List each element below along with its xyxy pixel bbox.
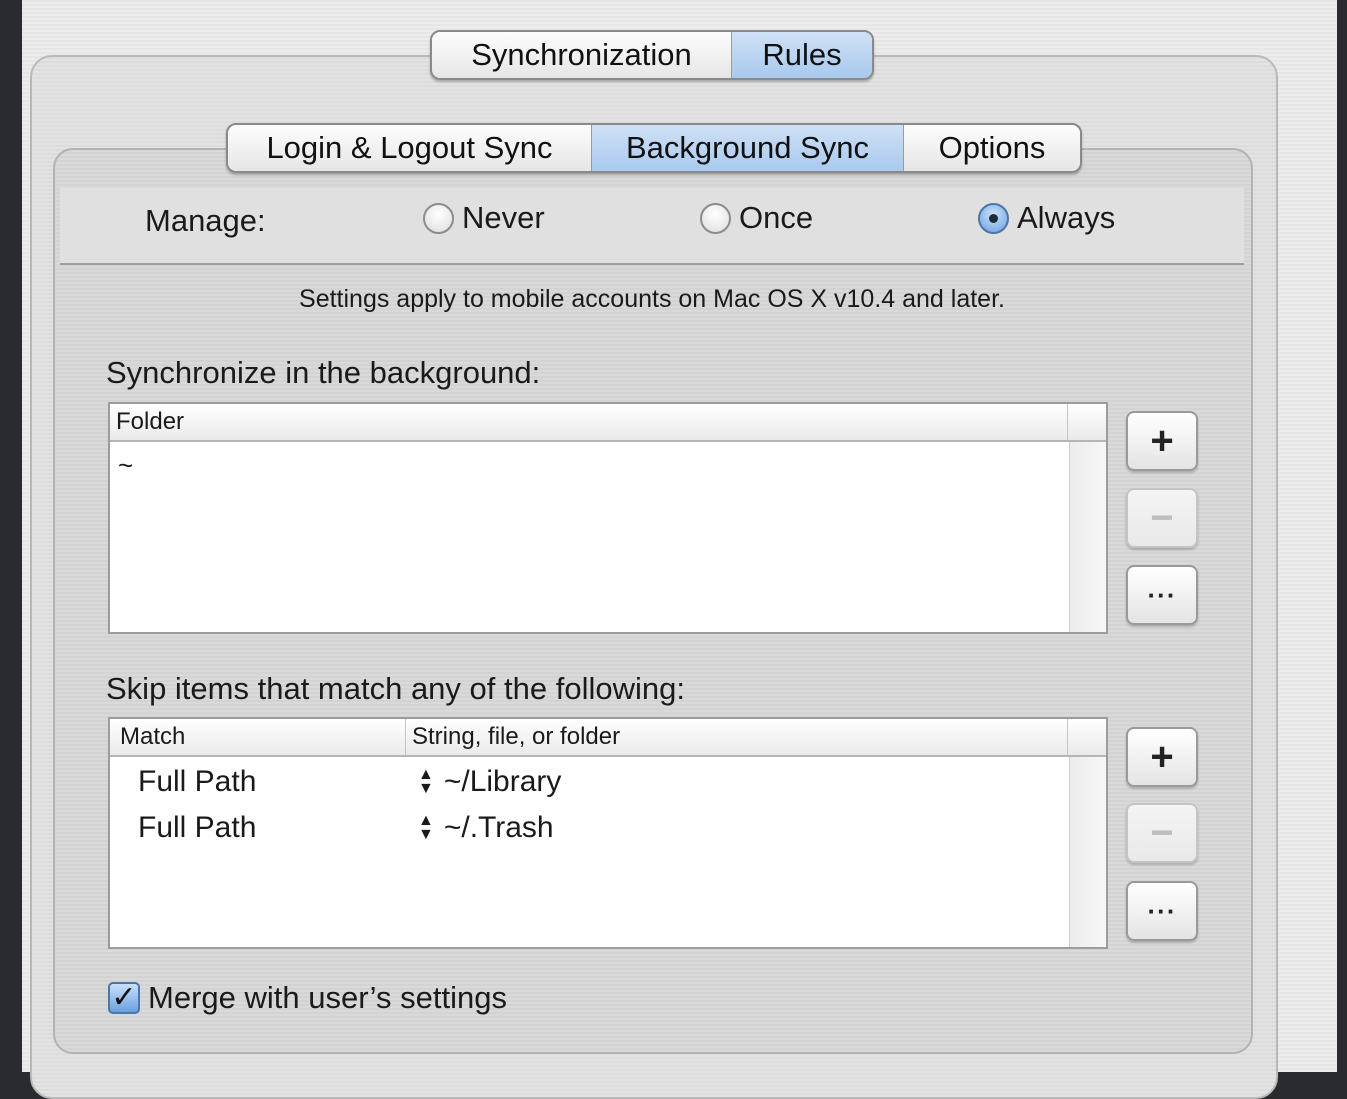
skip-table-header: Match String, file, or folder — [110, 719, 1106, 757]
radio-never[interactable]: Never — [423, 200, 545, 236]
match-cell[interactable]: Full Path — [110, 765, 418, 799]
stepper-arrows-icon[interactable]: ▲ ▼ — [418, 813, 434, 843]
merge-label: Merge with user’s settings — [148, 980, 507, 1015]
remove-folder-button[interactable]: − — [1126, 488, 1198, 548]
column-match[interactable]: Match — [110, 719, 406, 755]
top-tab-bar: Synchronization Rules — [430, 30, 874, 80]
window-edge — [0, 0, 22, 1072]
check-icon[interactable]: ✓ — [108, 982, 140, 1014]
tab-rules[interactable]: Rules — [732, 32, 872, 78]
radio-always[interactable]: Always — [978, 200, 1115, 236]
folder-table-header: Folder — [110, 404, 1106, 442]
skip-section-label: Skip items that match any of the followi… — [106, 671, 685, 706]
add-folder-button[interactable]: + — [1126, 411, 1198, 471]
table-row[interactable]: ~ — [110, 442, 1106, 481]
folder-table[interactable]: Folder ~ — [108, 402, 1108, 634]
table-row[interactable]: Full Path ▲ ▼ ~/.Trash — [110, 805, 1106, 851]
add-rule-button[interactable]: + — [1126, 727, 1198, 787]
column-string[interactable]: String, file, or folder — [406, 719, 1068, 755]
tab-options[interactable]: Options — [904, 125, 1080, 171]
value-cell[interactable]: ~/.Trash — [444, 811, 554, 845]
manage-label: Manage: — [145, 203, 266, 238]
column-folder[interactable]: Folder — [110, 404, 1068, 440]
radio-once[interactable]: Once — [700, 200, 813, 236]
background-section-label: Synchronize in the background: — [106, 355, 541, 390]
remove-rule-button[interactable]: − — [1126, 803, 1198, 863]
radio-always-icon[interactable] — [978, 202, 1009, 234]
match-cell[interactable]: Full Path — [110, 811, 418, 845]
settings-note: Settings apply to mobile accounts on Mac… — [299, 285, 1005, 313]
skip-table-scrollbar[interactable] — [1069, 757, 1106, 947]
stepper-arrows-icon[interactable]: ▲ ▼ — [418, 767, 434, 797]
radio-never-icon[interactable] — [423, 202, 454, 234]
radio-never-label: Never — [462, 200, 545, 235]
browse-rule-button[interactable]: ··· — [1126, 881, 1198, 941]
value-cell[interactable]: ~/Library — [444, 765, 562, 799]
skip-table[interactable]: Match String, file, or folder Full Path … — [108, 717, 1108, 949]
tab-synchronization[interactable]: Synchronization — [432, 32, 732, 78]
radio-once-icon[interactable] — [700, 202, 731, 234]
radio-always-label: Always — [1017, 200, 1116, 235]
radio-once-label: Once — [739, 200, 814, 235]
tab-background-sync[interactable]: Background Sync — [592, 125, 904, 171]
sub-tab-bar: Login & Logout Sync Background Sync Opti… — [226, 123, 1082, 173]
table-row[interactable]: Full Path ▲ ▼ ~/Library — [110, 759, 1106, 805]
tab-login-logout-sync[interactable]: Login & Logout Sync — [228, 125, 592, 171]
browse-folder-button[interactable]: ··· — [1126, 565, 1198, 625]
merge-checkbox[interactable]: ✓ Merge with user’s settings — [108, 980, 507, 1016]
folder-table-scrollbar[interactable] — [1069, 442, 1106, 632]
